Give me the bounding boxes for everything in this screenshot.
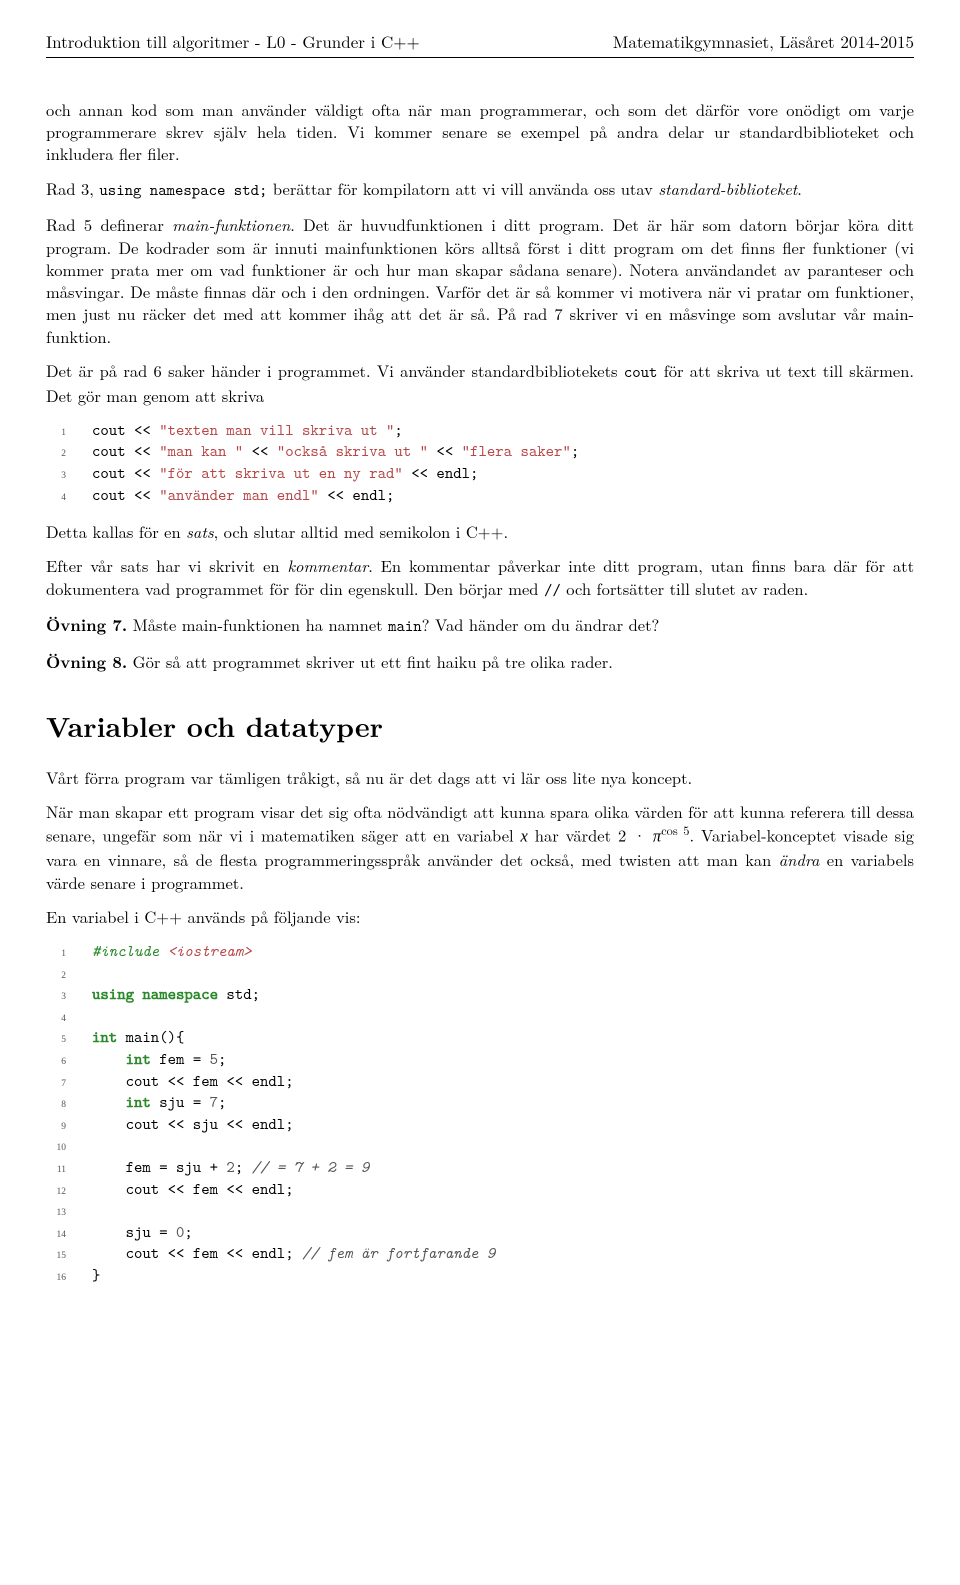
inline-code: // bbox=[544, 580, 561, 601]
paragraph: Rad 3, using namespace std; berättar för… bbox=[46, 177, 914, 202]
line-number: 14 bbox=[46, 1229, 92, 1242]
page-header: Introduktion till algoritmer - L0 - Grun… bbox=[46, 30, 914, 53]
exercise-8: Övning 8. Gör så att programmet skriver … bbox=[46, 650, 914, 672]
code-block-variables: 1#include <iostream> 2 3using namespace … bbox=[46, 941, 914, 1287]
line-number: 13 bbox=[46, 1207, 92, 1220]
line-number: 4 bbox=[46, 1013, 92, 1026]
inline-code: main bbox=[388, 616, 422, 637]
line-number: 3 bbox=[46, 470, 92, 483]
paragraph: När man skapar ett program visar det sig… bbox=[46, 800, 914, 893]
line-number: 15 bbox=[46, 1250, 92, 1263]
code-block-cout: 1cout << "texten man vill skriva ut "; 2… bbox=[46, 420, 914, 506]
line-number: 8 bbox=[46, 1099, 92, 1112]
line-number: 11 bbox=[46, 1164, 92, 1177]
line-number: 5 bbox=[46, 1034, 92, 1047]
inline-code: cout bbox=[624, 362, 658, 383]
header-rule bbox=[46, 57, 914, 58]
paragraph: Efter vår sats har vi skrivit en komment… bbox=[46, 554, 914, 601]
header-right: Matematikgymnasiet, Läsåret 2014-2015 bbox=[613, 30, 914, 53]
line-number: 2 bbox=[46, 970, 92, 983]
paragraph: Detta kallas för en sats, och slutar all… bbox=[46, 520, 914, 542]
section-heading: Variabler och datatyper bbox=[46, 708, 914, 746]
paragraph: Rad 5 definerar main-funktionen. Det är … bbox=[46, 213, 914, 347]
line-number: 12 bbox=[46, 1186, 92, 1199]
line-number: 2 bbox=[46, 448, 92, 461]
paragraph: Vårt förra program var tämligen tråkigt,… bbox=[46, 766, 914, 788]
paragraph: En variabel i C++ används på följande vi… bbox=[46, 905, 914, 927]
line-number: 9 bbox=[46, 1121, 92, 1134]
inline-code: using namespace std; bbox=[99, 180, 267, 201]
exercise-7: Övning 7. Måste main-funktionen ha namne… bbox=[46, 613, 914, 638]
line-number: 4 bbox=[46, 492, 92, 505]
paragraph: och annan kod som man använder väldigt o… bbox=[46, 98, 914, 165]
line-number: 1 bbox=[46, 427, 92, 440]
line-number: 16 bbox=[46, 1272, 92, 1285]
line-number: 6 bbox=[46, 1056, 92, 1069]
line-number: 10 bbox=[46, 1142, 92, 1155]
line-number: 7 bbox=[46, 1078, 92, 1091]
line-number: 3 bbox=[46, 991, 92, 1004]
paragraph: Det är på rad 6 saker händer i programme… bbox=[46, 359, 914, 406]
line-number: 1 bbox=[46, 948, 92, 961]
header-left: Introduktion till algoritmer - L0 - Grun… bbox=[46, 30, 420, 53]
